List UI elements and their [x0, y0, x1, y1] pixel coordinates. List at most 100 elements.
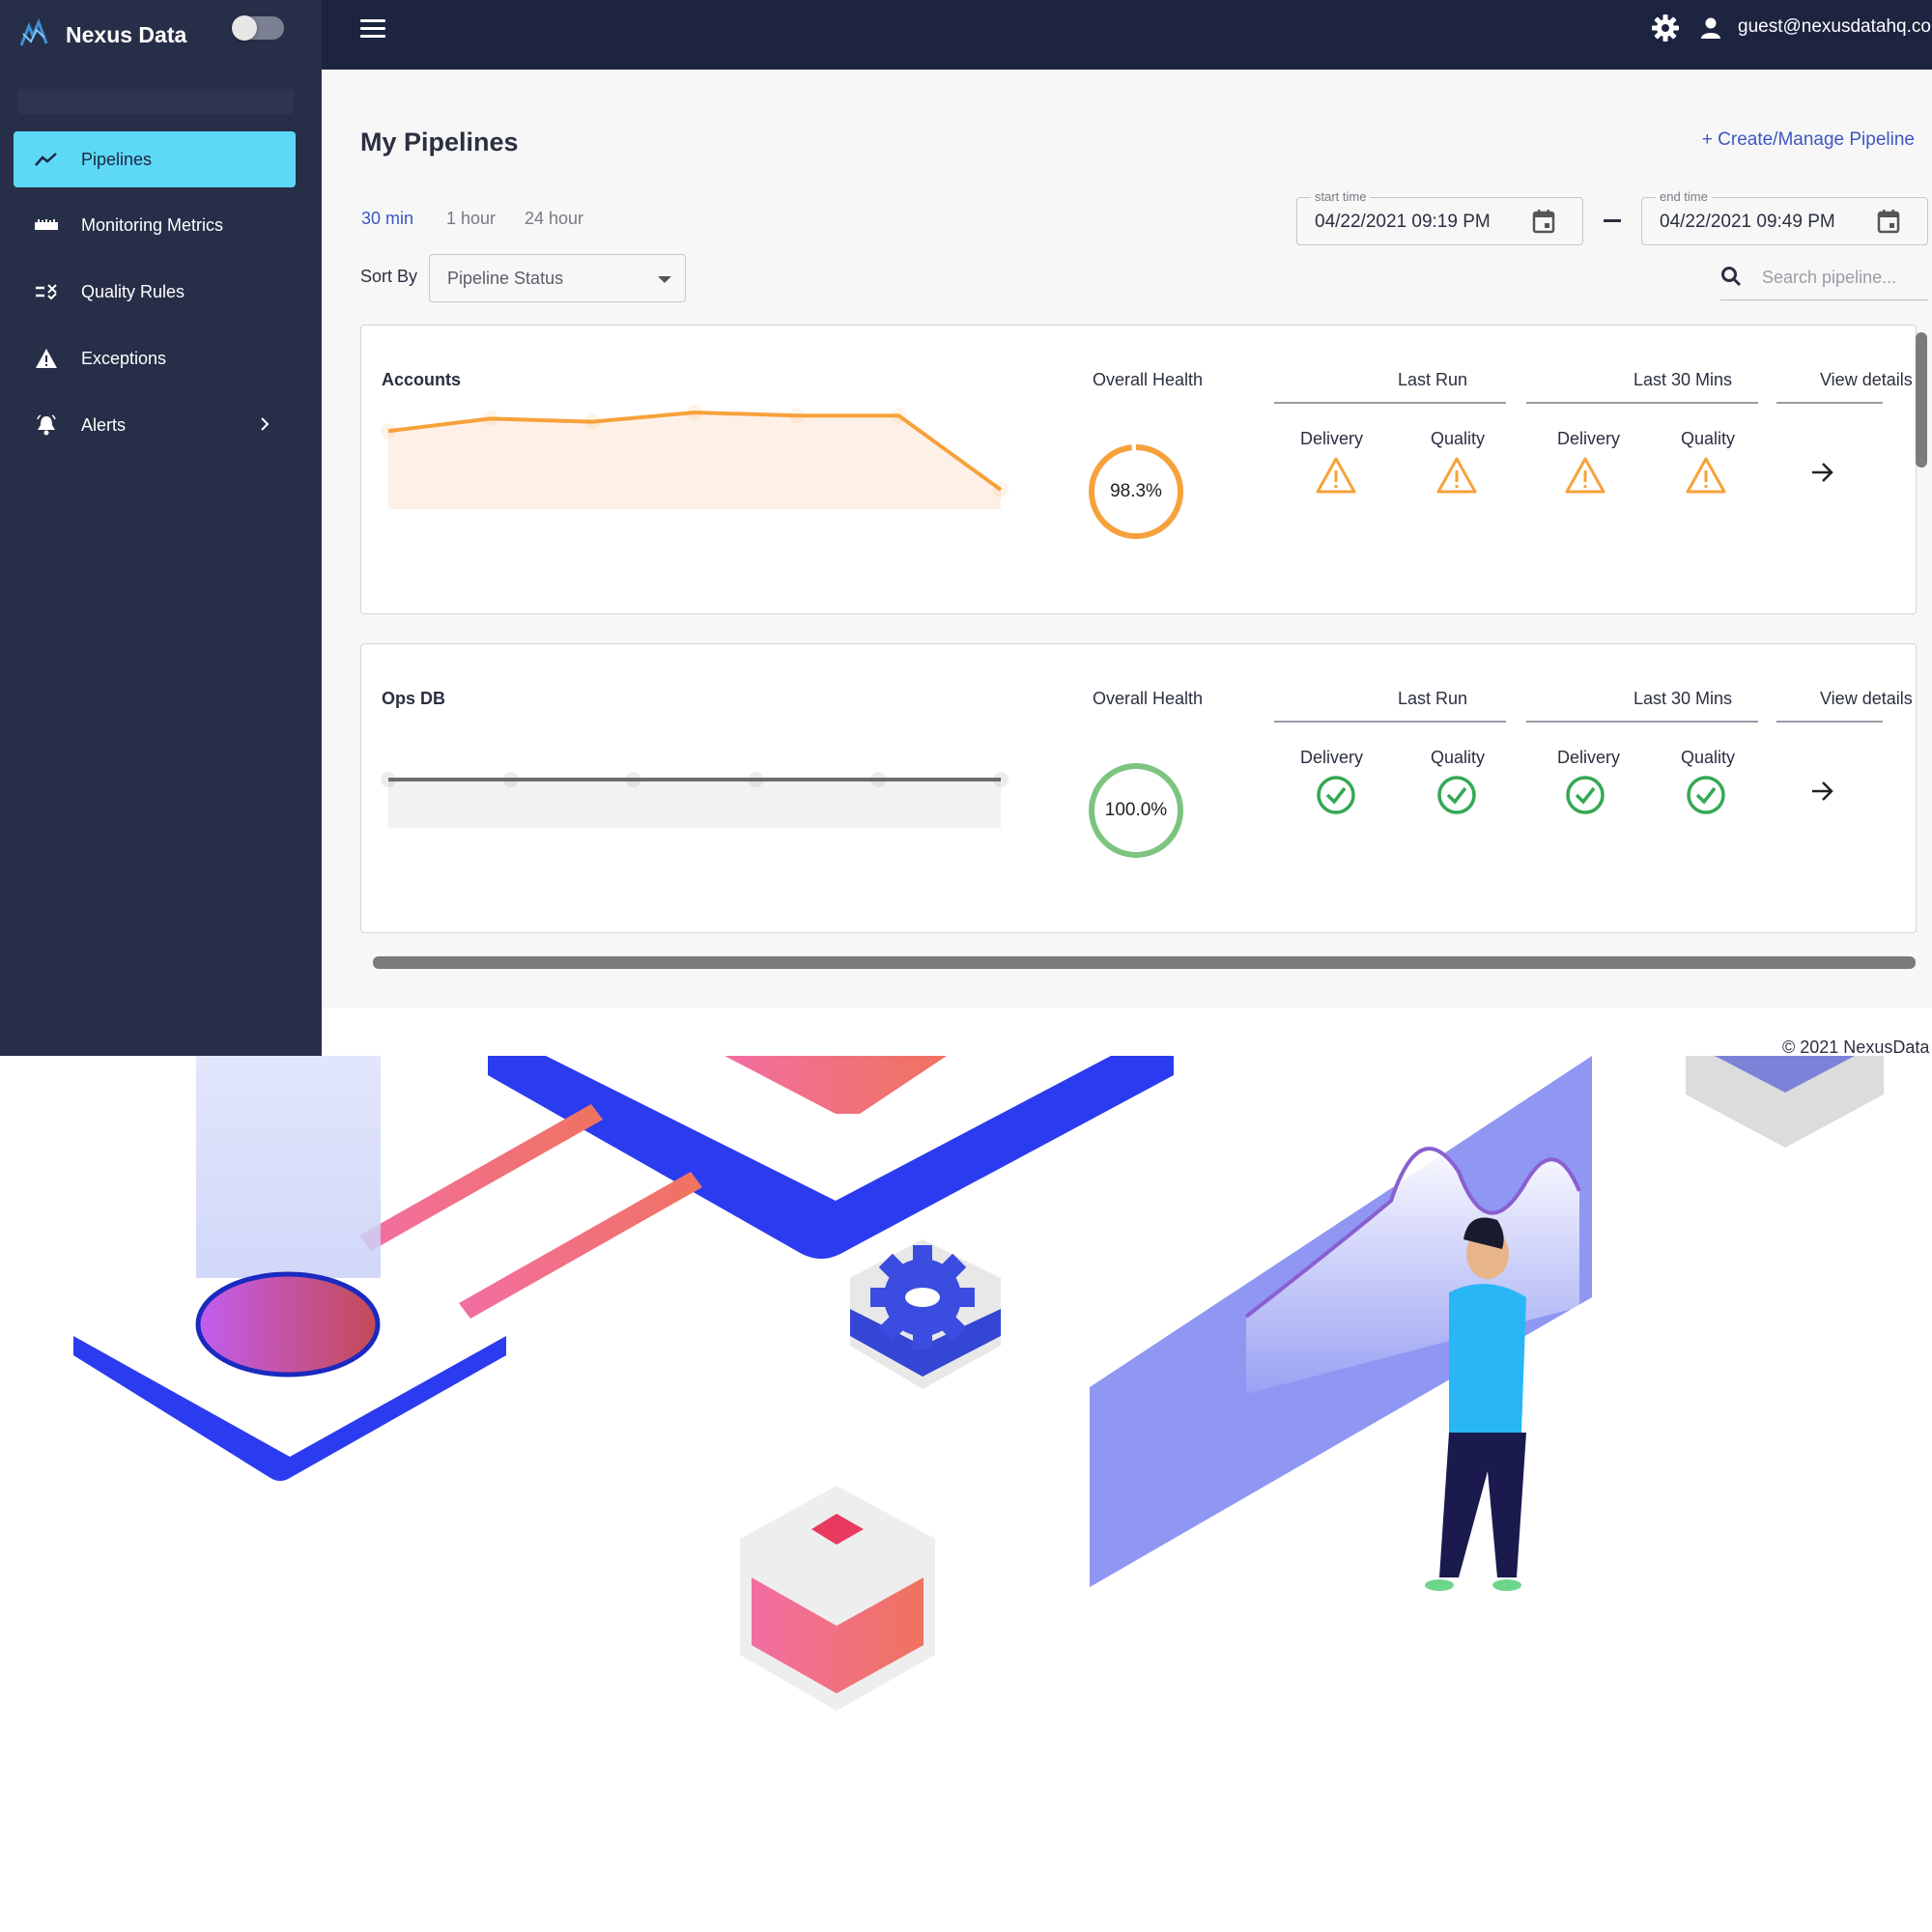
pipeline-card-ops-db[interactable]: Ops DB Overall Health Last Run Last 30 M…	[360, 643, 1917, 933]
vertical-scrollbar[interactable]	[1916, 332, 1927, 951]
gear-icon[interactable]	[1651, 14, 1680, 43]
arrow-right-icon[interactable]	[1810, 780, 1835, 803]
start-time-label: start time	[1311, 189, 1371, 204]
theme-toggle[interactable]	[232, 15, 284, 41]
pipeline-search[interactable]: Search pipeline...	[1720, 256, 1928, 300]
sidebar-item-exceptions[interactable]: Exceptions	[14, 330, 296, 386]
main-content: My Pipelines + Create/Manage Pipeline 30…	[322, 70, 1932, 1056]
sparkline-point	[381, 772, 396, 787]
sidebar-item-pipelines[interactable]: Pipelines	[14, 131, 296, 187]
sparkline-point	[381, 423, 396, 440]
arrow-right-icon[interactable]	[1810, 461, 1835, 484]
user-icon[interactable]	[1700, 16, 1721, 40]
warning-icon	[33, 347, 60, 370]
check-circle-icon	[1566, 776, 1605, 814]
brand[interactable]: Nexus Data	[17, 12, 186, 58]
pipeline-card-accounts[interactable]: Accounts Overall Health Last Run Last 30…	[360, 325, 1917, 614]
view-details-label[interactable]: View details	[1820, 689, 1913, 709]
sparkline-point	[788, 408, 805, 424]
start-time-field[interactable]: start time 04/22/2021 09:19 PM	[1296, 189, 1583, 245]
sidebar-item-label: Alerts	[81, 414, 127, 435]
caret-down-icon	[658, 276, 671, 283]
search-placeholder: Search pipeline...	[1762, 268, 1897, 287]
sidebar-item-label: Pipelines	[81, 149, 153, 169]
end-time-label: end time	[1656, 189, 1712, 204]
sparkline-point	[891, 408, 907, 424]
end-time-field[interactable]: end time 04/22/2021 09:49 PM	[1641, 189, 1928, 245]
range-30-min[interactable]: 30 min	[361, 209, 413, 229]
app-window: Nexus Data Pipelines Monitoring Metrics …	[0, 0, 1932, 1056]
horizontal-scrollbar[interactable]	[373, 956, 1916, 969]
sparkline-point	[748, 772, 764, 787]
nexus-logo-icon	[19, 18, 48, 46]
range-1-hour[interactable]: 1 hour	[446, 209, 496, 229]
divider	[1526, 402, 1758, 404]
sidebar-item-alerts[interactable]: Alerts	[14, 397, 296, 453]
top-bar: guest@nexusdatahq.co	[322, 0, 1932, 70]
sparkline-point	[993, 482, 1009, 497]
trending-up-icon	[33, 148, 60, 171]
check-circle-icon	[1317, 776, 1355, 814]
check-circle-icon	[1437, 776, 1476, 814]
pipeline-name: Ops DB	[382, 689, 446, 708]
check-circle-icon	[1687, 776, 1725, 814]
menu-icon[interactable]	[360, 19, 385, 39]
divider	[1274, 721, 1506, 723]
delivery-label: Delivery	[1300, 429, 1364, 448]
delivery-label: Delivery	[1557, 748, 1621, 767]
sidebar-item-label: Exceptions	[81, 348, 167, 368]
sparkline-point	[502, 772, 519, 787]
overall-health-label: Overall Health	[1093, 370, 1204, 389]
range-24-hour[interactable]: 24 hour	[525, 209, 583, 229]
bell-icon	[33, 413, 60, 437]
sparkline-chart	[381, 405, 1009, 509]
quality-label: Quality	[1681, 429, 1736, 448]
end-time-value: 04/22/2021 09:49 PM	[1660, 212, 1835, 232]
sparkline-point	[625, 772, 641, 787]
view-details-label[interactable]: View details	[1820, 370, 1913, 390]
sparkline-point	[993, 772, 1009, 787]
calendar-icon[interactable]	[1877, 209, 1900, 234]
page-title: My Pipelines	[360, 128, 519, 156]
sort-by-label: Sort By	[360, 267, 418, 286]
quality-label: Quality	[1431, 429, 1486, 448]
scrollbar-thumb[interactable]	[1916, 332, 1927, 468]
quality-label: Quality	[1681, 748, 1736, 767]
create-manage-pipeline-link[interactable]: + Create/Manage Pipeline	[1702, 129, 1915, 151]
sidebar-item-label: Monitoring Metrics	[81, 214, 224, 235]
divider	[1274, 402, 1506, 404]
delivery-label: Delivery	[1557, 429, 1621, 448]
rule-icon	[33, 280, 60, 303]
warning-triangle-icon	[1686, 457, 1726, 494]
divider	[1526, 721, 1758, 723]
calendar-icon[interactable]	[1532, 209, 1555, 234]
sparkline-point	[870, 772, 887, 787]
sparkline-point	[482, 411, 498, 427]
health-value: 98.3%	[1110, 481, 1162, 501]
last-30-mins-label: Last 30 Mins	[1634, 689, 1733, 708]
quality-label: Quality	[1431, 748, 1486, 767]
health-value: 100.0%	[1104, 800, 1168, 820]
start-time-value: 04/22/2021 09:19 PM	[1315, 212, 1491, 232]
overall-health-label: Overall Health	[1093, 689, 1204, 708]
sort-select[interactable]: Pipeline Status	[429, 254, 686, 302]
sidebar-item-quality-rules[interactable]: Quality Rules	[14, 264, 296, 320]
sidebar-item-monitoring-metrics[interactable]: Monitoring Metrics	[14, 197, 296, 253]
sparkline-area	[388, 780, 1001, 828]
sidebar: Nexus Data Pipelines Monitoring Metrics …	[0, 0, 322, 1056]
copyright-text: © 2021 NexusData	[1782, 1037, 1930, 1056]
last-run-label: Last Run	[1398, 370, 1468, 389]
ruler-icon	[33, 213, 60, 237]
pipeline-name: Accounts	[382, 370, 462, 389]
divider	[1776, 402, 1883, 404]
search-icon	[1721, 267, 1742, 287]
chevron-right-icon	[261, 417, 270, 431]
sidebar-search-strip	[17, 89, 294, 114]
toggle-knob	[232, 15, 257, 41]
sparkline-chart	[381, 772, 1009, 828]
sparkline-point	[584, 413, 601, 430]
footer	[322, 1008, 1932, 1056]
user-email[interactable]: guest@nexusdatahq.co	[1738, 16, 1931, 38]
range-separator	[1604, 219, 1621, 222]
sparkline-point	[687, 405, 702, 420]
